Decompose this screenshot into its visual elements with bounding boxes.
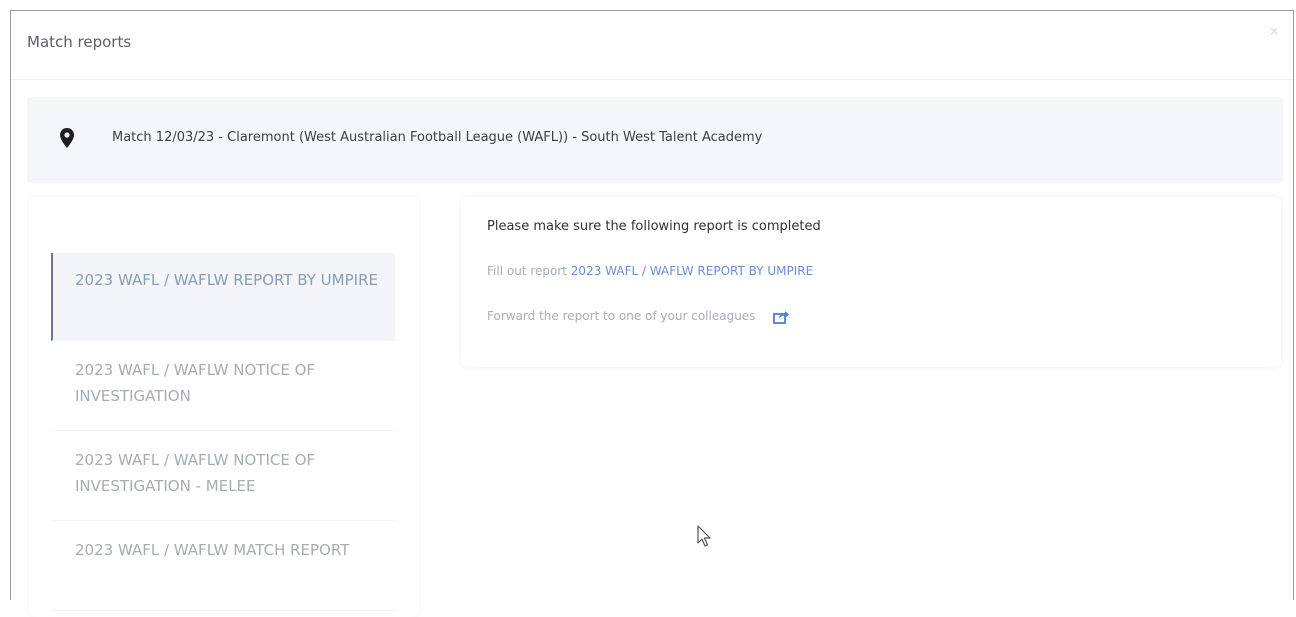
match-info-bar: Match 12/03/23 - Claremont (West Austral… [27,97,1283,183]
mouse-cursor-icon [697,525,711,547]
map-pin-icon [60,128,74,148]
forward-row: Forward the report to one of your collea… [487,309,790,324]
report-list: 2023 WAFL / WAFLW REPORT BY UMPIRE 2023 … [29,197,419,617]
report-item-umpire[interactable]: 2023 WAFL / WAFLW REPORT BY UMPIRE [51,253,395,341]
detail-heading: Please make sure the following report is… [487,219,821,234]
match-reports-modal: Match reports × Match 12/03/23 - Claremo… [10,10,1294,617]
report-detail-card: Please make sure the following report is… [461,197,1281,367]
fill-out-row: Fill out report 2023 WAFL / WAFLW REPORT… [487,264,813,278]
report-item-notice-of-investigation[interactable]: 2023 WAFL / WAFLW NOTICE OF INVESTIGATIO… [51,343,395,431]
modal-title: Match reports [27,33,132,51]
report-item-notice-of-investigation-melee[interactable]: 2023 WAFL / WAFLW NOTICE OF INVESTIGATIO… [51,433,395,521]
modal-header: Match reports × [11,11,1293,80]
close-button[interactable]: × [1269,25,1279,37]
forward-label: Forward the report to one of your collea… [487,309,756,323]
share-icon[interactable] [773,310,790,324]
fill-out-report-link[interactable]: 2023 WAFL / WAFLW REPORT BY UMPIRE [571,264,813,278]
report-item-match-report[interactable]: 2023 WAFL / WAFLW MATCH REPORT [51,523,395,611]
match-title: Match 12/03/23 - Claremont (West Austral… [112,130,763,145]
fill-out-label: Fill out report [487,264,567,278]
